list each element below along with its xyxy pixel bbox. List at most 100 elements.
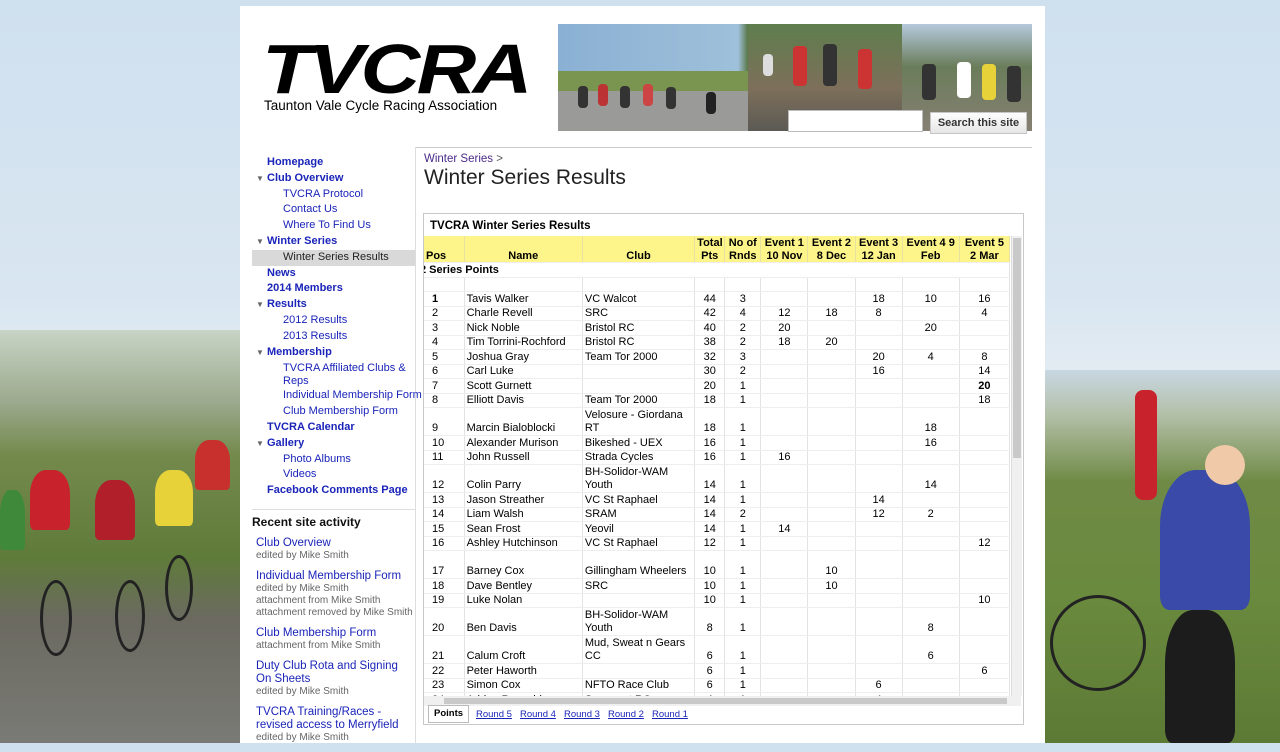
table-cell[interactable] [760,393,809,408]
table-cell[interactable] [760,435,809,451]
table-cell[interactable]: 4 [724,306,762,321]
table-cell[interactable]: Tim Torrini-Rochford [464,335,583,350]
table-cell[interactable] [902,578,960,594]
table-cell[interactable]: 10 [694,593,726,608]
table-cell[interactable]: Alexander Murison [464,435,583,451]
table-cell[interactable]: Joshua Gray [464,349,583,365]
table-cell[interactable] [959,578,1010,594]
table-cell[interactable]: 16 [694,450,726,465]
table-cell[interactable] [760,364,809,379]
table-cell[interactable] [902,378,960,394]
table-cell[interactable] [807,291,856,307]
sheet-tab-round-1[interactable]: Round 1 [652,707,688,723]
table-cell[interactable] [959,407,1010,436]
table-cell[interactable] [807,349,856,365]
table-cell[interactable] [902,492,960,508]
sidebar-item-tvcra-affiliated-clubs-reps[interactable]: TVCRA Affiliated Clubs & Reps [252,360,415,388]
table-cell[interactable]: Peter Haworth [464,663,583,679]
sidebar-item-individual-membership-form[interactable]: Individual Membership Form [252,388,422,404]
sidebar-item-winter-series-results[interactable]: Winter Series Results [252,249,415,266]
table-cell[interactable]: Calum Croft [464,635,583,664]
table-cell[interactable] [902,393,960,408]
table-cell[interactable] [855,607,903,636]
table-cell[interactable]: 1 [724,536,762,551]
table-cell[interactable]: 3 [724,291,762,307]
table-cell[interactable]: Bikeshed - UEX [582,435,696,451]
table-cell[interactable]: 30 [694,364,726,379]
expand-triangle-icon[interactable]: ▼ [256,436,264,452]
spreadsheet-embed[interactable]: TVCRA Winter Series Results Pos Name Club T… [423,213,1024,725]
table-cell[interactable]: 14 [694,507,726,522]
table-cell[interactable] [855,550,903,579]
table-cell[interactable]: 40 [694,320,726,336]
search-input[interactable] [788,110,923,132]
table-cell[interactable]: 4 [902,349,960,365]
table-cell[interactable]: 8 [959,349,1010,365]
table-cell[interactable]: 14 [760,521,809,537]
sidebar-item-videos[interactable]: Videos [252,467,415,483]
table-cell[interactable]: 18 [694,407,726,436]
table-cell[interactable] [959,492,1010,508]
sidebar-item-photo-albums[interactable]: Photo Albums [252,452,415,468]
table-cell[interactable]: 18 [424,578,465,594]
table-cell[interactable]: 20 [424,607,465,636]
table-cell[interactable]: 1 [724,464,762,493]
table-cell[interactable]: Elliott Davis [464,393,583,408]
recent-activity-link[interactable]: Club Membership Form [256,627,416,640]
sidebar-item-club-membership-form[interactable]: Club Membership Form [252,404,415,420]
table-cell[interactable]: Gillingham Wheelers [582,550,696,579]
table-cell[interactable] [855,378,903,394]
table-cell[interactable]: VC Walcot [582,291,696,307]
recent-activity-link[interactable]: TVCRA Training/Races - revised access to… [256,706,416,732]
sheet-tab-round-4[interactable]: Round 4 [520,707,556,723]
table-cell[interactable]: 3 [724,349,762,365]
table-cell[interactable]: 11 [424,450,465,465]
table-cell[interactable] [902,678,960,693]
sidebar-item-membership[interactable]: ▼ Membership [252,345,415,361]
table-cell[interactable]: 1 [724,521,762,537]
table-cell[interactable]: 14 [694,492,726,508]
sidebar-item-2014-members[interactable]: 2014 Members [252,281,415,297]
table-cell[interactable]: 13 [424,492,465,508]
table-cell[interactable]: 14 [694,464,726,493]
table-cell[interactable] [959,435,1010,451]
table-cell[interactable] [807,378,856,394]
expand-triangle-icon[interactable]: ▼ [256,171,264,187]
table-cell[interactable] [760,407,809,436]
table-cell[interactable] [959,450,1010,465]
table-cell[interactable]: SRC [582,306,696,321]
sidebar-item-facebook-comments-page[interactable]: Facebook Comments Page [252,483,415,499]
table-cell[interactable] [902,450,960,465]
table-cell[interactable] [760,678,809,693]
table-cell[interactable] [902,521,960,537]
table-cell[interactable]: Colin Parry [464,464,583,493]
table-cell[interactable]: 9 [424,407,465,436]
table-cell[interactable]: 10 [807,578,856,594]
table-cell[interactable]: SRC [582,578,696,594]
table-cell[interactable] [807,450,856,465]
sidebar-item-results[interactable]: ▼ Results [252,297,415,313]
table-cell[interactable] [807,507,856,522]
table-cell[interactable]: Team Tor 2000 [582,349,696,365]
table-cell[interactable]: 18 [959,393,1010,408]
table-cell[interactable]: NFTO Race Club [582,678,696,693]
table-cell[interactable]: 10 [902,291,960,307]
spreadsheet-grid[interactable]: Pos Name Club Total Pts No of Rnds Event 1 10… [424,236,1010,696]
table-cell[interactable]: 1 [724,550,762,579]
table-cell[interactable]: 6 [694,663,726,679]
table-cell[interactable] [807,663,856,679]
table-cell[interactable]: BH-Solidor-WAM Youth [582,607,696,636]
table-cell[interactable]: Carl Luke [464,364,583,379]
table-cell[interactable]: 16 [959,291,1010,307]
table-cell[interactable]: VC St Raphael [582,536,696,551]
table-cell[interactable]: John Russell [464,450,583,465]
table-cell[interactable] [760,291,809,307]
table-cell[interactable] [807,393,856,408]
table-cell[interactable] [855,635,903,664]
sidebar-item-winter-series[interactable]: ▼ Winter Series [252,234,415,250]
table-cell[interactable]: 10 [424,435,465,451]
table-cell[interactable] [807,320,856,336]
table-cell[interactable]: 7 [424,378,465,394]
table-cell[interactable] [760,635,809,664]
table-cell[interactable] [902,306,960,321]
